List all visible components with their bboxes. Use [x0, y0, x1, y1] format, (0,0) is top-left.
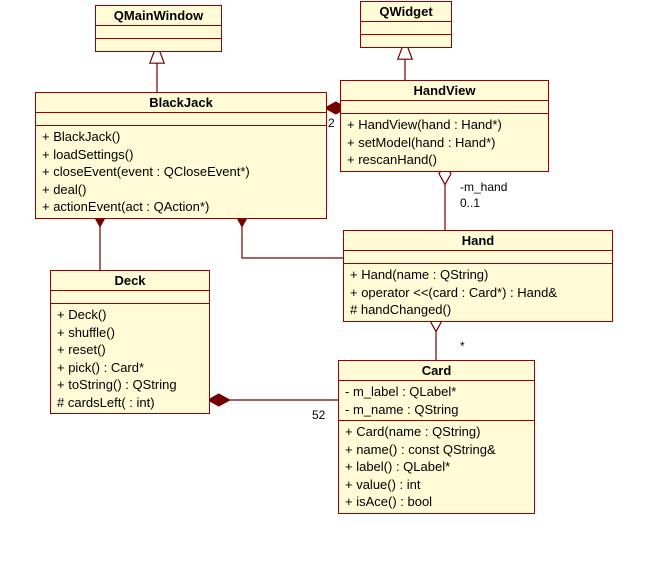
ops: + HandView(hand : Hand*)+ setModel(hand …: [341, 114, 548, 171]
class-name: BlackJack: [36, 93, 326, 113]
class-name: HandView: [341, 81, 548, 101]
attrs: [36, 113, 326, 126]
class-Hand: Hand + Hand(name : QString)+ operator <<(…: [343, 230, 613, 322]
mult-card: *: [460, 339, 465, 353]
mult-hand: 0..1: [460, 196, 480, 210]
class-name: Card: [339, 361, 534, 381]
ops: + Deck()+ shuffle()+ reset()+ pick() : C…: [51, 304, 209, 413]
class-Deck: Deck + Deck()+ shuffle()+ reset()+ pick()…: [50, 270, 210, 414]
role-hand: -m_hand: [460, 180, 507, 194]
class-name: QMainWindow: [96, 6, 221, 26]
mult-handview: 2: [328, 116, 335, 130]
class-QWidget: QWidget: [360, 1, 452, 48]
class-BlackJack: BlackJack + BlackJack()+ loadSettings()+ …: [35, 92, 327, 219]
ops: + BlackJack()+ loadSettings()+ closeEven…: [36, 126, 326, 218]
class-Card: Card- m_label : QLabel*- m_name : QStrin…: [338, 360, 535, 514]
attrs: [341, 101, 548, 114]
attrs: [51, 291, 209, 304]
ops: + Hand(name : QString)+ operator <<(card…: [344, 264, 612, 321]
attrs: - m_label : QLabel*- m_name : QString: [339, 381, 534, 421]
attrs: [344, 251, 612, 264]
class-name: Hand: [344, 231, 612, 251]
ops: + Card(name : QString)+ name() : const Q…: [339, 421, 534, 513]
class-name: Deck: [51, 271, 209, 291]
mult-deck-card: 52: [312, 408, 325, 422]
class-name: QWidget: [361, 2, 451, 22]
class-HandView: HandView + HandView(hand : Hand*)+ setMod…: [340, 80, 549, 172]
class-QMainWindow: QMainWindow: [95, 5, 222, 52]
